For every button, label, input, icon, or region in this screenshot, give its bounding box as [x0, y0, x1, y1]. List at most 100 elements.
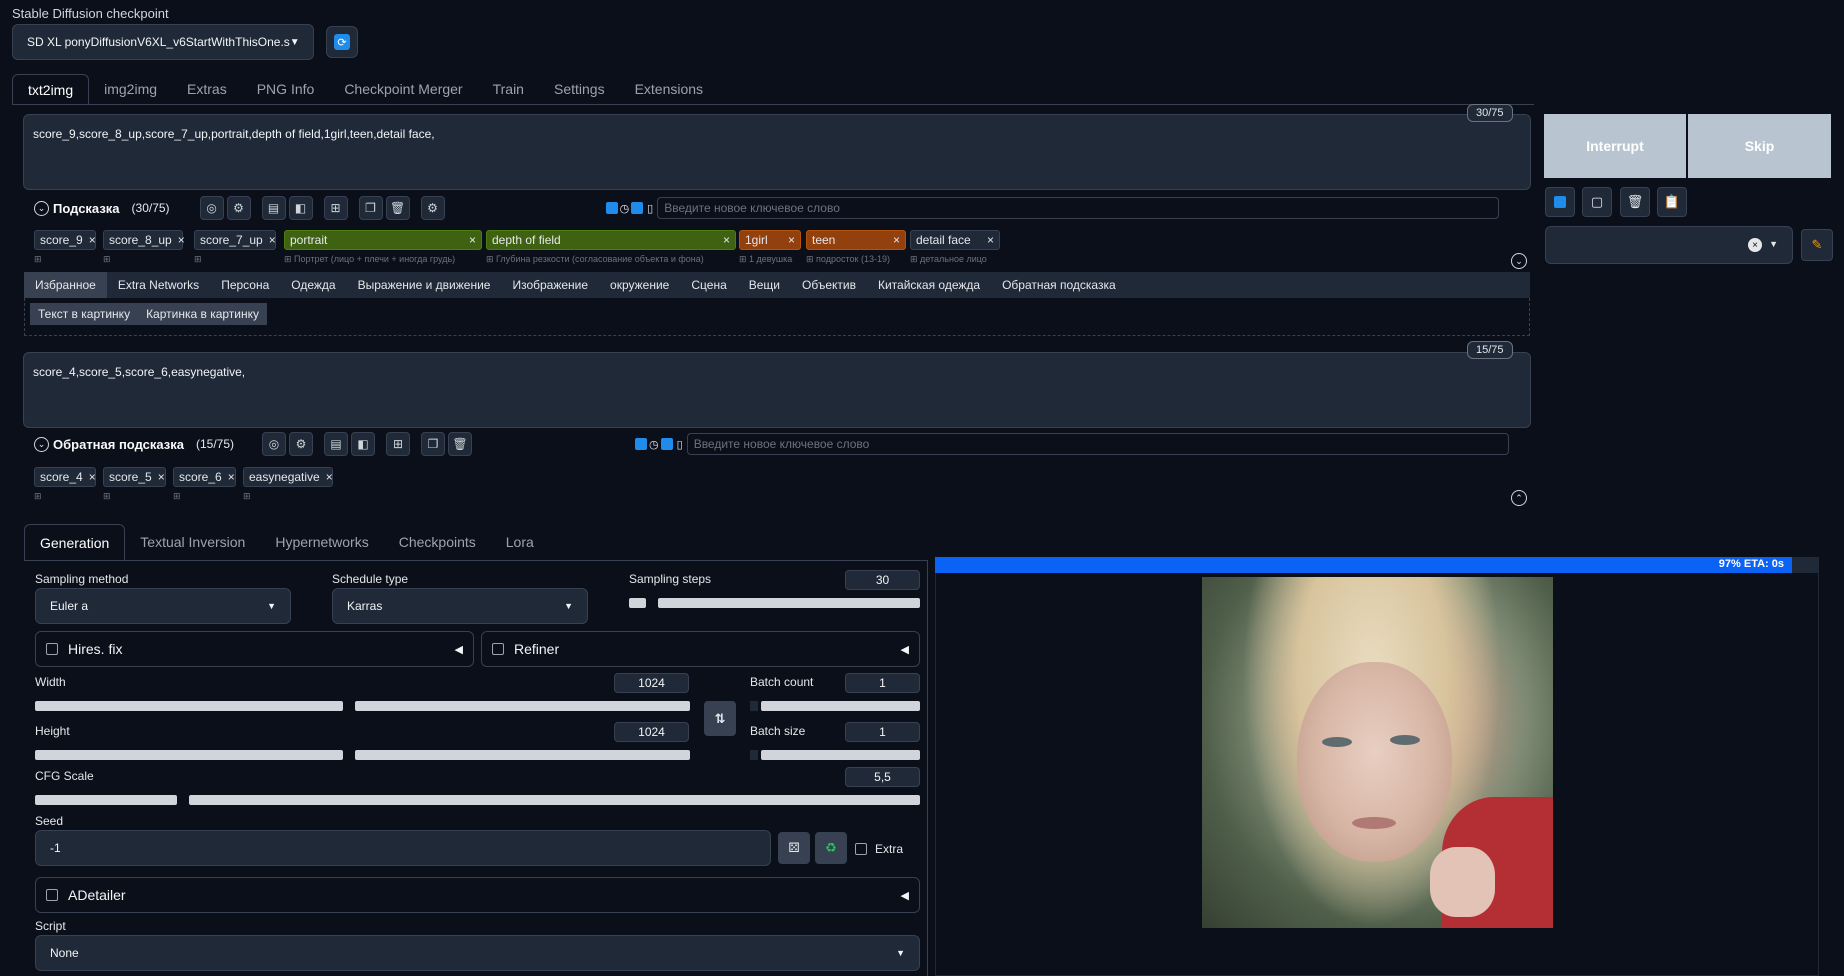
unpack-icon[interactable]: ⊞ [323, 196, 348, 220]
sampling-method-select[interactable]: Euler a ▼ [35, 588, 291, 624]
tab-train[interactable]: Train [478, 74, 539, 104]
close-icon[interactable]: × [320, 470, 333, 484]
collapse-icon[interactable]: ⌄ [34, 436, 49, 452]
extra-checkbox[interactable] [855, 843, 867, 855]
prompt-tag[interactable]: depth of field × [486, 230, 736, 250]
seed-input[interactable]: -1 [35, 830, 771, 866]
close-icon[interactable]: × [83, 470, 96, 484]
close-icon[interactable]: × [172, 233, 185, 247]
history-icon[interactable]: ▤ [261, 196, 286, 220]
prompt-tag[interactable]: portrait × [284, 230, 482, 250]
negative-tag[interactable]: score_4 × [34, 467, 96, 487]
negative-prompt-textarea[interactable]: score_4,score_5,score_6,easynegative, [23, 352, 1531, 428]
batch-size-input[interactable]: 1 [845, 722, 920, 742]
sampling-steps-input[interactable]: 30 [845, 570, 920, 590]
tab-generation[interactable]: Generation [24, 524, 126, 560]
styles-dropdown[interactable]: × ▼ [1545, 226, 1793, 264]
refresh-checkpoint-button[interactable]: ⟳ [326, 26, 358, 58]
prompt-tag[interactable]: score_9 × [34, 230, 96, 250]
category-extra-networks[interactable]: Extra Networks [107, 272, 210, 298]
prompt-tag[interactable]: teen × [806, 230, 906, 250]
edit-styles-button[interactable]: ✎ [1801, 229, 1833, 261]
expand-icon[interactable]: ⌄ [1511, 253, 1527, 269]
adetailer-accordion[interactable]: ADetailer ◀ [35, 877, 920, 913]
trash-icon[interactable]: 🗑 [385, 196, 410, 220]
checkbox-checked[interactable] [660, 438, 673, 450]
interrupt-button[interactable]: Interrupt [1544, 114, 1686, 178]
tab-extensions[interactable]: Extensions [620, 74, 718, 104]
batch-count-input[interactable]: 1 [845, 673, 920, 693]
sampling-steps-slider[interactable] [629, 598, 920, 608]
height-input[interactable]: 1024 [614, 722, 689, 742]
checkpoint-select[interactable]: SD XL ponyDiffusionV6XL_v6StartWithThisO… [12, 24, 314, 60]
category-scene[interactable]: Сцена [680, 272, 737, 298]
reuse-seed-button[interactable]: ♻ [815, 832, 847, 864]
keyword-input[interactable]: Введите новое ключевое слово [657, 197, 1500, 219]
close-icon[interactable]: × [981, 233, 994, 247]
prompt-tag[interactable]: detail face × [910, 230, 1000, 250]
close-icon[interactable]: × [463, 233, 476, 247]
category-things[interactable]: Вещи [738, 272, 791, 298]
bookmark-icon[interactable]: ◧ [351, 432, 376, 456]
close-icon[interactable]: × [782, 233, 795, 247]
prompt-tag[interactable]: score_8_up × [103, 230, 185, 250]
clear-icon[interactable]: × [1748, 238, 1762, 252]
schedule-type-select[interactable]: Karras ▼ [332, 588, 588, 624]
tab-txt2img[interactable]: txt2img [12, 74, 90, 104]
cfg-scale-slider[interactable] [35, 795, 920, 805]
swap-dimensions-button[interactable]: ⇅ [704, 701, 736, 736]
check-style-button[interactable] [1545, 187, 1575, 217]
close-icon[interactable]: × [152, 470, 165, 484]
category-persona[interactable]: Персона [210, 272, 280, 298]
tab-textual-inversion[interactable]: Textual Inversion [125, 524, 260, 560]
refiner-accordion[interactable]: Refiner ◀ [481, 631, 920, 667]
random-seed-button[interactable]: ⚄ [778, 832, 810, 864]
batch-count-slider[interactable] [750, 701, 920, 711]
category-lens[interactable]: Объектив [791, 272, 867, 298]
globe-icon[interactable]: ◎ [199, 196, 224, 220]
gear-icon[interactable]: ⚙ [289, 432, 314, 456]
tab-checkpoints[interactable]: Checkpoints [384, 524, 491, 560]
globe-icon[interactable]: ◎ [262, 432, 287, 456]
category-negative[interactable]: Обратная подсказка [991, 272, 1127, 298]
trash-icon[interactable]: 🗑 [448, 432, 473, 456]
tab-checkpoint-merger[interactable]: Checkpoint Merger [329, 74, 477, 104]
trash-button[interactable]: 🗑 [1620, 187, 1650, 217]
tab-png-info[interactable]: PNG Info [242, 74, 330, 104]
negative-tag[interactable]: easynegative × [243, 467, 333, 487]
close-icon[interactable]: × [263, 233, 276, 247]
checkbox-checked[interactable] [605, 202, 618, 214]
tab-lora[interactable]: Lora [491, 524, 549, 560]
tab-img2img[interactable]: img2img [89, 74, 172, 104]
skip-button[interactable]: Skip [1688, 114, 1831, 178]
clipboard-button[interactable]: 📋 [1657, 187, 1687, 217]
seed-extra[interactable]: Extra [855, 842, 903, 856]
hires-fix-accordion[interactable]: Hires. fix ◀ [35, 631, 474, 667]
script-select[interactable]: None ▼ [35, 935, 920, 971]
negative-tag[interactable]: score_6 × [173, 467, 236, 487]
category-image[interactable]: Изображение [501, 272, 599, 298]
width-input[interactable]: 1024 [614, 673, 689, 693]
prompt-tag[interactable]: 1girl × [739, 230, 801, 250]
checkbox-checked[interactable] [635, 438, 648, 450]
prompt-tag[interactable]: score_7_up × [194, 230, 276, 250]
tab-settings[interactable]: Settings [539, 74, 620, 104]
checkbox-checked[interactable] [631, 202, 644, 214]
category-chinese-clothing[interactable]: Китайская одежда [867, 272, 991, 298]
copy-icon[interactable]: ❐ [421, 432, 446, 456]
collapse-icon[interactable]: ⌃ [1511, 490, 1527, 506]
keyword-input[interactable]: Введите новое ключевое слово [686, 433, 1509, 455]
gear-icon[interactable]: ⚙ [226, 196, 251, 220]
close-icon[interactable]: × [83, 233, 96, 247]
close-icon[interactable]: × [717, 233, 730, 247]
tab-hypernetworks[interactable]: Hypernetworks [260, 524, 383, 560]
category-favorites[interactable]: Избранное [24, 272, 107, 298]
prompt-textarea[interactable]: score_9,score_8_up,score_7_up,portrait,d… [23, 114, 1531, 190]
tab-extras[interactable]: Extras [172, 74, 242, 104]
batch-size-slider[interactable] [750, 750, 920, 760]
history-icon[interactable]: ▤ [324, 432, 349, 456]
adetailer-checkbox[interactable] [46, 889, 58, 901]
hires-fix-checkbox[interactable] [46, 643, 58, 655]
width-slider[interactable] [35, 701, 690, 711]
cfg-scale-input[interactable]: 5,5 [845, 767, 920, 787]
